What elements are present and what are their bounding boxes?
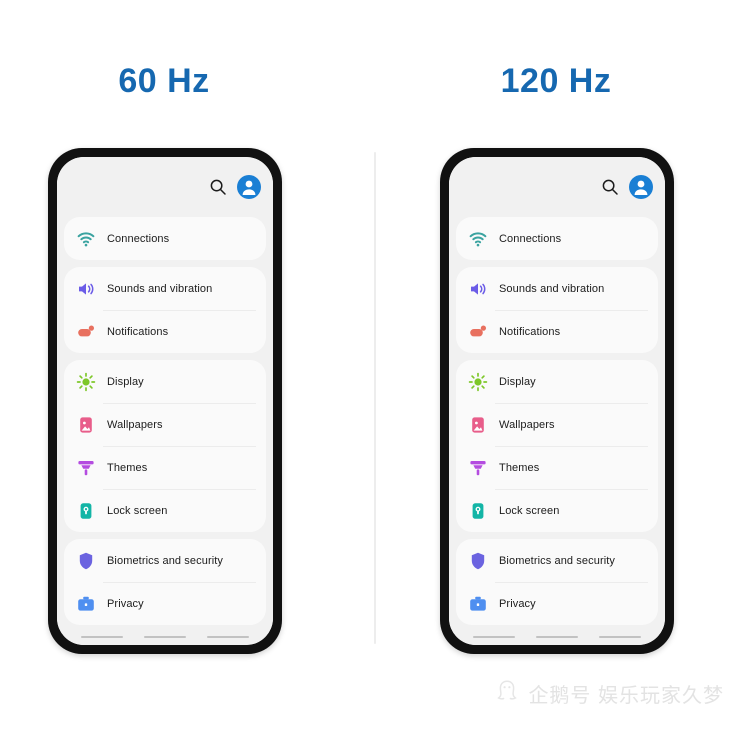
list-item[interactable]: Wallpapers (456, 403, 658, 446)
list-item[interactable]: Connections (64, 217, 266, 260)
notification-bubble-icon (76, 322, 96, 342)
navigation-bar (449, 629, 665, 645)
settings-topbar (449, 157, 665, 217)
list-item-label: Lock screen (107, 504, 168, 517)
heading-60hz: 60 Hz (118, 62, 210, 100)
settings-group: Biometrics and security Privacy (64, 539, 266, 625)
list-item[interactable]: Themes (456, 446, 658, 489)
settings-list[interactable]: Connections Sounds and vibration Notific… (449, 217, 665, 629)
list-item-label: Themes (499, 461, 540, 474)
wifi-icon (468, 229, 488, 249)
list-item-label: Display (107, 375, 144, 388)
speaker-icon (76, 279, 96, 299)
list-item-label: Wallpapers (107, 418, 163, 431)
nav-indicator-line[interactable] (473, 636, 516, 638)
navigation-bar (57, 629, 273, 645)
penguin-logo-icon (494, 678, 520, 709)
list-item-label: Privacy (499, 597, 536, 610)
list-item-label: Biometrics and security (499, 554, 616, 567)
paint-brush-icon (76, 458, 96, 478)
settings-group: Sounds and vibration Notifications (64, 267, 266, 353)
list-item-label: Sounds and vibration (107, 282, 213, 295)
list-item[interactable]: Display (64, 360, 266, 403)
nav-indicator-line[interactable] (81, 636, 124, 638)
nav-indicator-line[interactable] (206, 636, 249, 638)
nav-indicator-line[interactable] (598, 636, 641, 638)
phone-screen: Connections Sounds and vibration Notific… (449, 157, 665, 645)
center-divider (374, 152, 376, 644)
list-item-label: Notifications (499, 325, 561, 338)
search-icon[interactable] (600, 177, 620, 197)
search-icon[interactable] (208, 177, 228, 197)
list-item-label: Display (499, 375, 536, 388)
shield-icon (76, 551, 96, 571)
briefcase-icon (468, 594, 488, 614)
nav-indicator-line[interactable] (143, 636, 186, 638)
list-item[interactable]: Notifications (64, 310, 266, 353)
list-item[interactable]: Lock screen (456, 489, 658, 532)
settings-topbar (57, 157, 273, 217)
list-item[interactable]: Themes (64, 446, 266, 489)
shield-icon (468, 551, 488, 571)
list-item[interactable]: Lock screen (64, 489, 266, 532)
phone-mockup-60hz: Connections Sounds and vibration Notific… (48, 148, 282, 654)
phone-screen: Connections Sounds and vibration Notific… (57, 157, 273, 645)
settings-group: Biometrics and security Privacy (456, 539, 658, 625)
briefcase-icon (76, 594, 96, 614)
list-item[interactable]: Privacy (456, 582, 658, 625)
image-icon (468, 415, 488, 435)
speaker-icon (468, 279, 488, 299)
nav-indicator-line[interactable] (535, 636, 578, 638)
watermark-text: 企鹅号 娱乐玩家久梦 (528, 685, 724, 707)
brightness-sun-icon (468, 372, 488, 392)
list-item-label: Connections (499, 232, 562, 245)
list-item-label: Privacy (107, 597, 144, 610)
list-item[interactable]: Display (456, 360, 658, 403)
settings-group: Connections (456, 217, 658, 260)
list-item[interactable]: Privacy (64, 582, 266, 625)
lock-icon (76, 501, 96, 521)
list-item[interactable]: Sounds and vibration (64, 267, 266, 310)
image-icon (76, 415, 96, 435)
notification-bubble-icon (468, 322, 488, 342)
wifi-icon (76, 229, 96, 249)
watermark: 企鹅号 娱乐玩家久梦 (494, 678, 724, 709)
brightness-sun-icon (76, 372, 96, 392)
list-item[interactable]: Notifications (456, 310, 658, 353)
list-item[interactable]: Biometrics and security (456, 539, 658, 582)
list-item-label: Notifications (107, 325, 169, 338)
account-avatar-icon[interactable] (629, 175, 653, 199)
paint-brush-icon (468, 458, 488, 478)
list-item[interactable]: Biometrics and security (64, 539, 266, 582)
settings-group: Sounds and vibration Notifications (456, 267, 658, 353)
phone-mockup-120hz: Connections Sounds and vibration Notific… (440, 148, 674, 654)
list-item[interactable]: Sounds and vibration (456, 267, 658, 310)
account-avatar-icon[interactable] (237, 175, 261, 199)
settings-group: Connections (64, 217, 266, 260)
list-item-label: Sounds and vibration (499, 282, 605, 295)
list-item-label: Biometrics and security (107, 554, 224, 567)
settings-group: Display Wallpapers Themes Lock screen (64, 360, 266, 532)
list-item[interactable]: Connections (456, 217, 658, 260)
list-item[interactable]: Wallpapers (64, 403, 266, 446)
list-item-label: Wallpapers (499, 418, 555, 431)
settings-group: Display Wallpapers Themes Lock screen (456, 360, 658, 532)
list-item-label: Connections (107, 232, 170, 245)
lock-icon (468, 501, 488, 521)
heading-120hz: 120 Hz (500, 62, 612, 100)
settings-list[interactable]: Connections Sounds and vibration Notific… (57, 217, 273, 629)
list-item-label: Themes (107, 461, 148, 474)
list-item-label: Lock screen (499, 504, 560, 517)
